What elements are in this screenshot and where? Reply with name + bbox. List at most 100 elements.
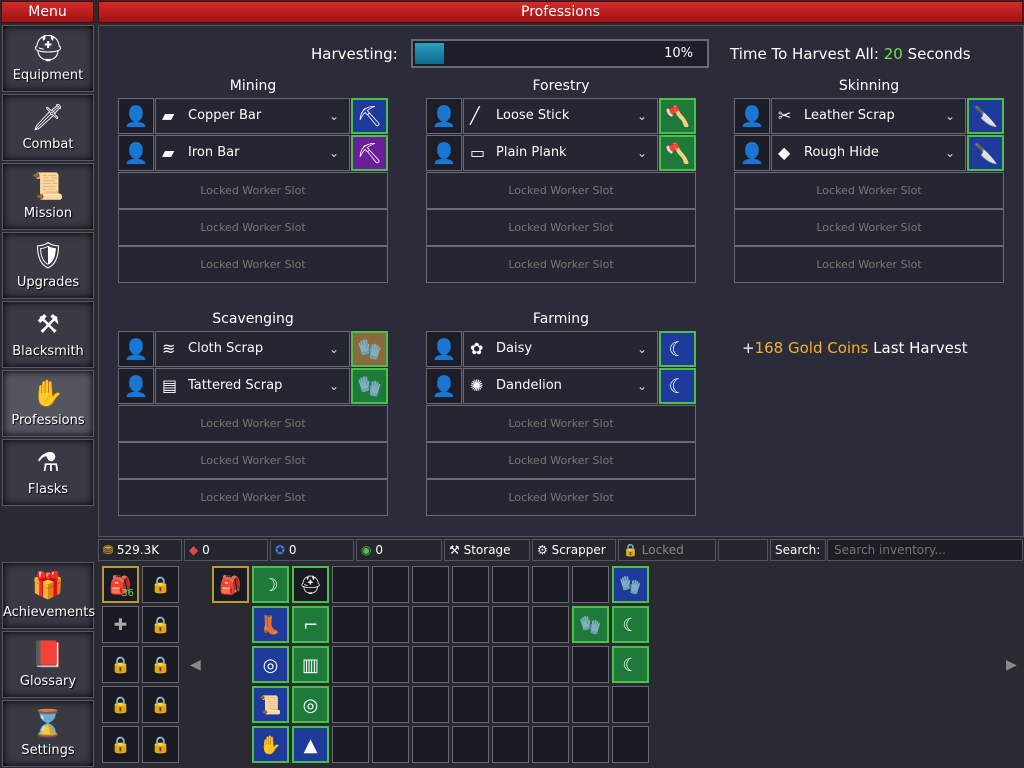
inventory-slot[interactable]	[332, 606, 369, 643]
inventory-slot[interactable]	[492, 646, 529, 683]
inventory-slot[interactable]	[452, 606, 489, 643]
inventory-slot[interactable]	[372, 606, 409, 643]
worker-avatar-icon[interactable]: 👤	[426, 368, 462, 404]
search-input[interactable]	[827, 539, 1023, 561]
nav-flasks-button[interactable]: ⚗ Flasks	[2, 439, 94, 506]
inventory-slot[interactable]	[492, 566, 529, 603]
inventory-slot[interactable]	[532, 566, 569, 603]
inventory-slot[interactable]	[492, 726, 529, 763]
inventory-slot[interactable]	[572, 726, 609, 763]
knife-icon[interactable]: 🔪	[967, 98, 1004, 134]
glove-icon[interactable]: 🧤	[351, 368, 388, 404]
inventory-slot[interactable]	[532, 646, 569, 683]
worker-avatar-icon[interactable]: 👤	[426, 331, 462, 367]
resource-select[interactable]: ▤ Tattered Scrap ⌄	[155, 368, 350, 404]
axe-icon[interactable]: 🪓	[659, 98, 696, 134]
inventory-slot[interactable]	[532, 606, 569, 643]
knife-icon[interactable]: 🔪	[967, 135, 1004, 171]
inventory-slot[interactable]	[332, 566, 369, 603]
nav-mission-button[interactable]: 📜 Mission	[2, 163, 94, 230]
arrow-left-icon[interactable]: ◀	[190, 657, 201, 673]
inventory-area: ◀ ▶ 🎒 36 🔒 ✚ 🔒 🔒 🔒 🔒 🔒 🔒 🔒 🎒 ☽ ⛑ 🧤 👢 ⌐ 🧤 ☾ ◎ ▥ ☾ 📜 ◎ ✋ ▲	[98, 562, 1024, 768]
inventory-slot[interactable]	[452, 646, 489, 683]
glove-icon[interactable]: 🧤	[351, 331, 388, 367]
worker-avatar-icon[interactable]: 👤	[118, 331, 154, 367]
inventory-slot[interactable]	[412, 686, 449, 723]
inventory-item[interactable]: ✋	[252, 726, 289, 763]
inventory-slot[interactable]	[572, 566, 609, 603]
inventory-slot[interactable]	[332, 726, 369, 763]
inventory-slot[interactable]	[612, 726, 649, 763]
inventory-item[interactable]: ☾	[612, 646, 649, 683]
sickle-icon[interactable]: ☾	[659, 368, 696, 404]
resource-select[interactable]: ✺ Dandelion ⌄	[463, 368, 658, 404]
worker-avatar-icon[interactable]: 👤	[118, 135, 154, 171]
storage-button[interactable]: ⚒ Storage	[444, 539, 530, 561]
worker-avatar-icon[interactable]: 👤	[426, 98, 462, 134]
worker-avatar-icon[interactable]: 👤	[734, 98, 770, 134]
resource-select[interactable]: ◆ Rough Hide ⌄	[771, 135, 966, 171]
inventory-slot[interactable]	[572, 646, 609, 683]
inventory-slot[interactable]	[532, 686, 569, 723]
inventory-item[interactable]: 🎒	[212, 566, 249, 603]
inventory-item[interactable]: ☾	[612, 606, 649, 643]
resource-select[interactable]: ✂ Leather Scrap ⌄	[771, 98, 966, 134]
inventory-item[interactable]: ⛑	[292, 566, 329, 603]
resource-select[interactable]: ▰ Copper Bar ⌄	[155, 98, 350, 134]
inventory-item[interactable]: ▥	[292, 646, 329, 683]
inventory-slot[interactable]	[372, 566, 409, 603]
inventory-item[interactable]: ◎	[252, 646, 289, 683]
nav-achievements-button[interactable]: 🎁 Achievements	[2, 562, 95, 629]
inventory-item[interactable]: ⌐	[292, 606, 329, 643]
sickle-icon[interactable]: ☾	[659, 331, 696, 367]
inventory-slot[interactable]	[372, 646, 409, 683]
nav-upgrades-button[interactable]: 🛡 Upgrades	[2, 232, 94, 299]
inventory-slot[interactable]	[412, 566, 449, 603]
worker-avatar-icon[interactable]: 👤	[118, 368, 154, 404]
inventory-slot[interactable]	[532, 726, 569, 763]
inventory-item[interactable]: ◎	[292, 686, 329, 723]
resource-select[interactable]: ▰ Iron Bar ⌄	[155, 135, 350, 171]
inventory-slot[interactable]	[492, 606, 529, 643]
inventory-item[interactable]: 🧤	[572, 606, 609, 643]
plus-icon[interactable]: ✚	[102, 606, 139, 643]
nav-blacksmith-button[interactable]: ⚒ Blacksmith	[2, 301, 94, 368]
inventory-slot[interactable]	[412, 646, 449, 683]
worker-avatar-icon[interactable]: 👤	[426, 135, 462, 171]
inventory-slot[interactable]	[452, 686, 489, 723]
inventory-slot[interactable]	[372, 686, 409, 723]
nav-glossary-button[interactable]: 📕 Glossary	[2, 631, 94, 698]
resource-select[interactable]: ▭ Plain Plank ⌄	[463, 135, 658, 171]
arrow-right-icon[interactable]: ▶	[1006, 657, 1017, 673]
pickaxe-icon[interactable]: ⛏	[351, 98, 388, 134]
bag-slot[interactable]: 🎒 36	[102, 566, 139, 603]
nav-settings-button[interactable]: ⌛ Settings	[2, 700, 94, 767]
inventory-item[interactable]: ▲	[292, 726, 329, 763]
inventory-slot[interactable]	[572, 686, 609, 723]
inventory-slot[interactable]	[612, 686, 649, 723]
inventory-slot[interactable]	[452, 726, 489, 763]
inventory-item[interactable]: 👢	[252, 606, 289, 643]
inventory-item[interactable]: ☽	[252, 566, 289, 603]
chevron-down-icon: ⌄	[328, 379, 339, 393]
inventory-slot[interactable]	[452, 566, 489, 603]
inventory-slot[interactable]	[412, 726, 449, 763]
axe-icon[interactable]: 🪓	[659, 135, 696, 171]
inventory-slot[interactable]	[492, 686, 529, 723]
inventory-slot[interactable]	[372, 726, 409, 763]
worker-avatar-icon[interactable]: 👤	[734, 135, 770, 171]
worker-avatar-icon[interactable]: 👤	[118, 98, 154, 134]
inventory-slot[interactable]	[412, 606, 449, 643]
resource-select[interactable]: ╱ Loose Stick ⌄	[463, 98, 658, 134]
resource-select[interactable]: ≋ Cloth Scrap ⌄	[155, 331, 350, 367]
nav-equipment-button[interactable]: ⛑ Equipment	[2, 25, 94, 92]
inventory-slot[interactable]	[332, 646, 369, 683]
nav-professions-button[interactable]: ✋ Professions	[2, 370, 94, 437]
pickaxe-icon[interactable]: ⛏	[351, 135, 388, 171]
scrapper-button[interactable]: ⚙ Scrapper	[532, 539, 616, 561]
nav-combat-button[interactable]: 🗡 Combat	[2, 94, 94, 161]
resource-select[interactable]: ✿ Daisy ⌄	[463, 331, 658, 367]
inventory-item[interactable]: 📜	[252, 686, 289, 723]
inventory-item[interactable]: 🧤	[612, 566, 649, 603]
inventory-slot[interactable]	[332, 686, 369, 723]
